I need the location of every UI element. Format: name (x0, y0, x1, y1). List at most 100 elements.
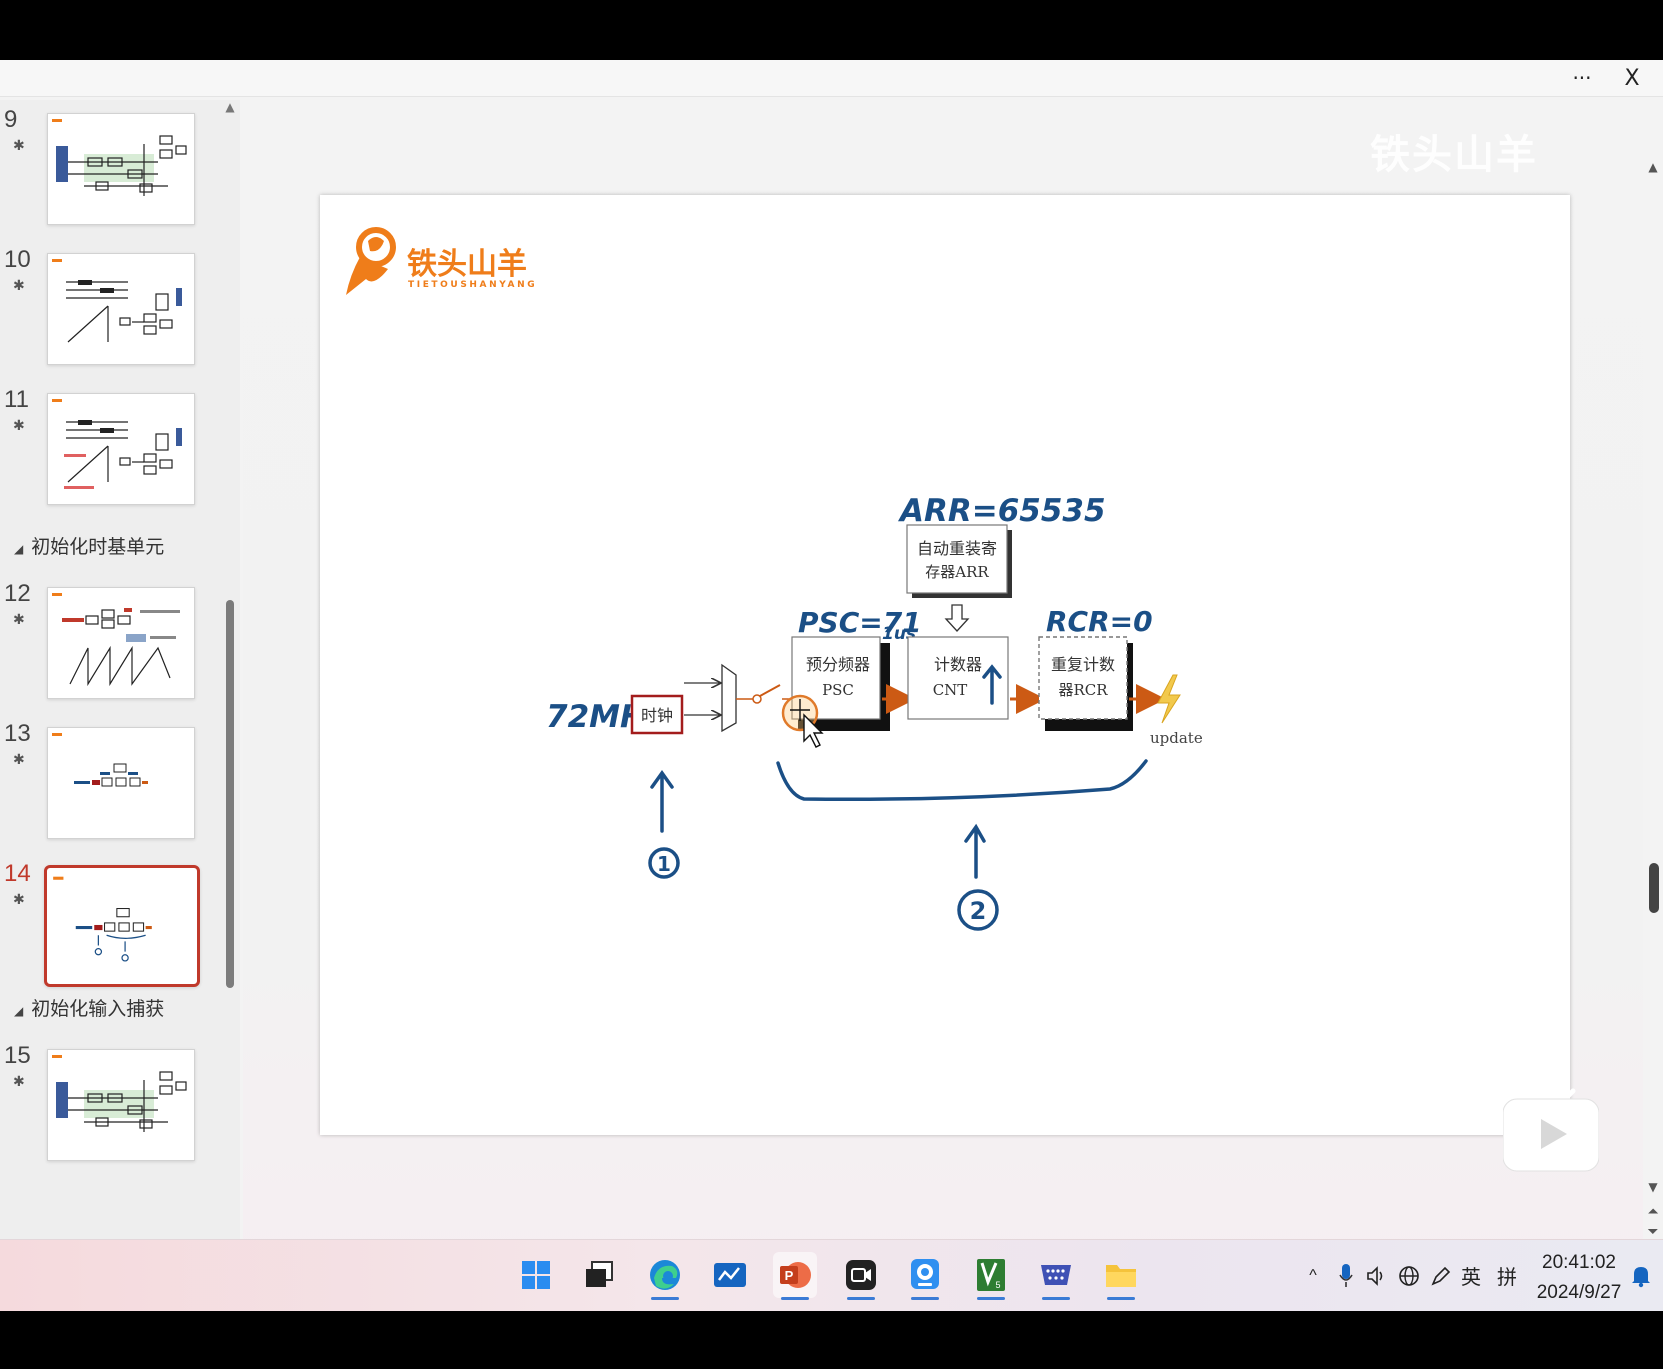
serial-port-icon (1041, 1265, 1071, 1285)
animation-star-icon: ✱ (13, 612, 25, 628)
switch-node (752, 694, 762, 704)
serial-port-button[interactable] (1034, 1252, 1078, 1300)
slide-canvas[interactable]: 铁头山羊 TIETOUSHANYANG 72MHz 时钟 自动重装寄 存器ARR… (320, 195, 1570, 1135)
slide-scrollbar[interactable]: ▲ ▼ ⏶ ⏷ (1643, 160, 1663, 1260)
webcam-icon (911, 1259, 939, 1289)
video-recorder-button[interactable] (839, 1252, 883, 1300)
windows-taskbar: P 5 ^ 英 拼 20:41:02 2024/9/27 (0, 1239, 1663, 1311)
section-title: 初始化输入捕获 (31, 999, 165, 1020)
running-indicator (781, 1297, 809, 1300)
title-bar: ··· X (0, 60, 1663, 97)
slide-number: 13 (4, 720, 31, 747)
arr-register-block (906, 524, 1008, 594)
slide-number: 11 (4, 386, 29, 413)
slide-number: 14 (4, 860, 31, 887)
start-button[interactable] (514, 1252, 558, 1298)
slide-thumbnail-12[interactable] (47, 587, 195, 699)
hand-drawn-brace (776, 759, 1148, 802)
scroll-up-arrow-icon[interactable]: ▲ (222, 100, 238, 114)
arr-annotation: ARR=65535 (897, 493, 1106, 529)
slide-thumbnail-9[interactable] (47, 113, 195, 225)
slide-thumbnail-10[interactable] (47, 253, 195, 365)
file-explorer-button[interactable] (1099, 1252, 1143, 1300)
scroll-up-arrow-icon[interactable]: ▲ (1643, 160, 1663, 174)
thumbnail-preview (52, 733, 148, 787)
rcr-label-line2: 器RCR (1058, 681, 1108, 699)
thumbnail-preview (52, 399, 182, 489)
pen-input-icon[interactable] (1428, 1240, 1454, 1311)
network-globe-icon[interactable] (1396, 1240, 1422, 1311)
keil-v5-icon: 5 (977, 1259, 1005, 1291)
powerpoint-icon: P (780, 1262, 811, 1288)
cnt-label-line1: 计数器 (934, 655, 982, 674)
show-hidden-icons-button[interactable]: ^ (1302, 1240, 1324, 1311)
task-view-button[interactable] (577, 1252, 621, 1298)
slide-thumbnail-13[interactable] (47, 727, 195, 839)
microphone-icon[interactable] (1334, 1240, 1358, 1311)
logo-text: 铁头山羊 (407, 247, 527, 282)
slide-thumbnail-pane: ▲ ▼ 9 ✱ 10 ✱ (0, 100, 240, 1296)
scrollbar-thumb[interactable] (1649, 863, 1659, 913)
brand-logo-icon (346, 227, 396, 295)
webcam-button[interactable] (903, 1252, 947, 1300)
animation-star-icon: ✱ (13, 892, 25, 908)
arr-label-line2: 存器ARR (925, 563, 989, 581)
whiteboard-icon (714, 1263, 746, 1287)
channel-watermark: 铁头山羊 (1370, 132, 1538, 178)
animation-star-icon: ✱ (13, 752, 25, 768)
clock-label: 时钟 (641, 706, 673, 725)
folder-icon (1106, 1265, 1136, 1287)
taskbar-clock[interactable]: 20:41:02 2024/9/27 (1524, 1248, 1634, 1308)
collapse-triangle-icon[interactable]: ◢ (14, 542, 23, 556)
ime-mode-indicator[interactable]: 拼 (1494, 1240, 1520, 1311)
scrollbar-thumb[interactable] (226, 600, 234, 988)
slide-number: 15 (4, 1042, 31, 1069)
rcr-annotation: RCR=0 (1046, 605, 1153, 638)
thumbnail-preview (52, 119, 187, 196)
video-camera-icon (846, 1260, 876, 1290)
marker-arrow-1 (650, 769, 674, 833)
clock-date: 2024/9/27 (1536, 1282, 1622, 1303)
update-label: update (1150, 729, 1203, 747)
marker-arrow-2 (964, 823, 986, 879)
slide-number: 10 (4, 246, 31, 273)
thumbnail-preview (52, 593, 180, 687)
volume-icon[interactable] (1364, 1240, 1390, 1311)
slide-number: 9 (4, 106, 18, 133)
previous-slide-icon[interactable]: ⏶ (1643, 1204, 1663, 1220)
running-indicator (847, 1297, 875, 1300)
thumbnail-scrollbar[interactable]: ▲ ▼ (222, 100, 238, 1296)
whiteboard-button[interactable] (708, 1252, 752, 1298)
section-header[interactable]: ◢ 初始化时基单元 (14, 532, 214, 559)
logo-subtext: TIETOUSHANYANG (408, 280, 537, 290)
collapse-triangle-icon[interactable]: ◢ (14, 1004, 23, 1018)
edge-browser-button[interactable] (643, 1252, 687, 1300)
animation-star-icon: ✱ (13, 138, 25, 154)
keil-ide-button[interactable]: 5 (969, 1252, 1013, 1300)
slide-thumbnail-14[interactable] (44, 865, 200, 987)
more-options-button[interactable]: ··· (1560, 60, 1604, 96)
windows-logo-icon (522, 1261, 550, 1289)
running-indicator (651, 1297, 679, 1300)
running-indicator (1042, 1297, 1070, 1300)
ime-language-indicator[interactable]: 英 (1458, 1240, 1484, 1311)
powerpoint-button[interactable]: P (773, 1252, 817, 1300)
next-slide-icon[interactable]: ⏷ (1643, 1224, 1663, 1240)
slide-thumbnail-11[interactable] (47, 393, 195, 505)
marker-number-2: 2 (970, 897, 987, 925)
svg-text:P: P (785, 1268, 794, 1283)
scroll-down-arrow-icon[interactable]: ▼ (1643, 1180, 1663, 1194)
section-header[interactable]: ◢ 初始化输入捕获 (14, 994, 214, 1021)
thumbnail-preview (53, 876, 152, 962)
close-button[interactable]: X (1610, 60, 1654, 96)
video-play-overlay[interactable] (1502, 1083, 1600, 1173)
running-indicator (1107, 1297, 1135, 1300)
play-tv-icon (1502, 1088, 1600, 1172)
lightning-icon (1157, 674, 1181, 724)
clock-switch (759, 684, 781, 697)
arr-label-line1: 自动重装寄 (917, 539, 997, 558)
slide-thumbnail-15[interactable] (47, 1049, 195, 1161)
rcr-label-line1: 重复计数 (1051, 655, 1115, 674)
notification-bell-icon[interactable] (1628, 1240, 1654, 1311)
marker-number-1: 1 (657, 852, 671, 876)
